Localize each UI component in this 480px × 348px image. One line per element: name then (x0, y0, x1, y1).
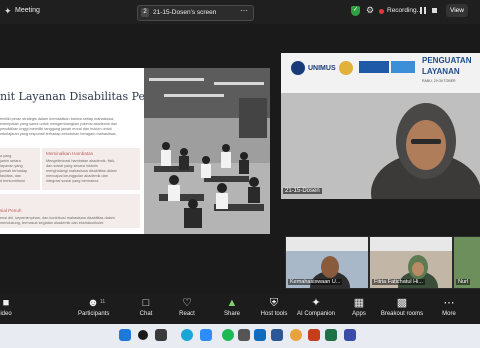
title-bar: ✦ Meeting 2 21-15-Dosen's screen ⋯ ✓ ⚙ R… (0, 0, 480, 24)
host-tools-button[interactable]: ⛨ Host tools (259, 297, 289, 317)
chat-button[interactable]: □ Chat (137, 297, 155, 317)
chat-bubble-icon: □ (142, 297, 150, 309)
control-label: ideo (0, 311, 12, 317)
speaker-name-label: 21-15-Dosen (283, 188, 322, 194)
participant-name: Kemahasiswaan U... (288, 279, 343, 285)
tab-label: 21-15-Dosen's screen (153, 9, 217, 16)
control-label: More (442, 311, 456, 317)
partner-logo-icon (359, 61, 389, 73)
powerpoint-icon[interactable] (308, 329, 320, 341)
security-shield-icon[interactable]: ✓ (351, 6, 360, 16)
spotify-icon[interactable] (222, 329, 234, 341)
more-button[interactable]: ⋯ More (440, 297, 458, 317)
ellipsis-icon: ⋯ (443, 297, 455, 309)
ai-companion-button[interactable]: ✦ AI Companion (296, 297, 336, 317)
box-right-text: Mengeliminasi hambatan akademik, fisik, … (46, 159, 117, 184)
participant-name: Nurl (456, 279, 471, 285)
banner-title: PENGUATAN (422, 56, 472, 65)
box-right-line: integrasi sosial yang bermakna. (46, 179, 100, 183)
control-label: Participants (78, 311, 110, 317)
app-icon[interactable] (344, 329, 356, 341)
bottom-title: sial Penuh (0, 208, 22, 213)
partner-logo-icon (339, 61, 353, 75)
control-label: AI Companion (296, 311, 336, 317)
meeting-controls: ■ ideo ☻ 11 Participants □ Chat ♡ React … (0, 294, 480, 324)
share-screen-icon: ▲ (226, 297, 238, 309)
heart-icon: ♡ (182, 297, 192, 309)
participant-name: Fitria Fatichatul Hi... (372, 279, 425, 285)
search-icon[interactable] (138, 330, 148, 340)
view-button[interactable]: View (446, 4, 468, 17)
box-left-line: d berkontribusi (0, 179, 25, 183)
box-right-title: Meminalkan Hambatan (46, 151, 94, 156)
slide-box-bottom: sial Penuh ensi diri, kepemimpinan, dan … (0, 194, 140, 228)
control-label: Share (223, 311, 240, 317)
control-label: Host tools (260, 311, 288, 317)
slide-box-right: Meminalkan Hambatan Mengeliminasi hambat… (42, 148, 140, 190)
sparkle-icon: ✦ (311, 297, 321, 309)
share-button[interactable]: ▲ Share (222, 297, 242, 317)
participant-thumbnail[interactable]: Kemahasiswaan U... (285, 236, 369, 289)
app-icon[interactable] (238, 329, 250, 341)
task-view-icon[interactable] (155, 329, 167, 341)
partner-logo-icon (391, 61, 415, 73)
participants-button[interactable]: ☻ 11 Participants (78, 297, 110, 317)
control-label: Breakout rooms (380, 311, 424, 317)
video-button[interactable]: ■ ideo (0, 297, 12, 317)
gear-icon[interactable]: ⚙ (366, 5, 374, 16)
classroom-drawing (144, 68, 270, 234)
unimus-logo-text: UNIMUS (308, 65, 336, 72)
windows-start-icon[interactable] (119, 329, 131, 341)
apps-icon: ▦ (353, 297, 365, 309)
bottom-text: ensi diri, kepemimpinan, dan kontribusi … (0, 216, 115, 226)
slide-box-left-text: a yang jamin setara layanan yang jumlah … (0, 154, 27, 184)
recording-status: Recording... (387, 7, 423, 14)
chrome-icon[interactable] (290, 329, 302, 341)
paw-icon: ✦ (4, 6, 12, 16)
banner-date: RABU, 29 OKTOBER (422, 79, 456, 83)
video-camera-icon: ■ (2, 297, 10, 309)
breakout-rooms-icon: ▩ (396, 297, 408, 309)
participant-thumbnail[interactable]: Fitria Fatichatul Hi... (369, 236, 453, 289)
window-title: Meeting (15, 7, 40, 14)
shared-slide: nit Layanan Disabilitas Penting? emiliki… (0, 68, 270, 234)
shared-screen-tab[interactable]: 2 21-15-Dosen's screen ⋯ (137, 5, 254, 21)
participant-count: 11 (100, 299, 106, 305)
breakout-rooms-button[interactable]: ▩ Breakout rooms (380, 297, 424, 317)
university-logo-icon (291, 61, 305, 75)
windows-taskbar (0, 324, 480, 348)
apps-button[interactable]: ▦ Apps (350, 297, 368, 317)
control-label: React (179, 311, 195, 317)
pause-recording-button[interactable] (420, 7, 426, 14)
slide-intro-line: mbelajaran yang responsif terhadap kebut… (0, 132, 117, 136)
tab-number: 2 (141, 8, 149, 17)
ellipsis-icon[interactable]: ⋯ (240, 6, 248, 15)
recording-dot-icon (379, 9, 384, 14)
bottom-line: mendukung, termasuk kegiatan akademik da… (0, 221, 105, 225)
control-label: Apps (352, 311, 366, 317)
word-icon[interactable] (271, 329, 283, 341)
slide-box-left: a yang jamin setara layanan yang jumlah … (0, 148, 40, 190)
zoom-icon[interactable] (200, 329, 212, 341)
react-button[interactable]: ♡ React (177, 297, 197, 317)
outlook-icon[interactable] (254, 329, 266, 341)
classroom-illustration (144, 68, 270, 234)
participant-thumbnail[interactable]: Nurl (453, 236, 480, 289)
control-label: Chat (139, 311, 153, 317)
banner-title: LAYANAN (422, 67, 460, 76)
excel-icon[interactable] (325, 329, 337, 341)
slide-intro: emiliki peran strategis dalam memastikan… (0, 117, 117, 137)
stop-recording-button[interactable] (432, 8, 437, 13)
edge-icon[interactable] (181, 329, 193, 341)
shield-icon: ⛨ (269, 297, 279, 309)
